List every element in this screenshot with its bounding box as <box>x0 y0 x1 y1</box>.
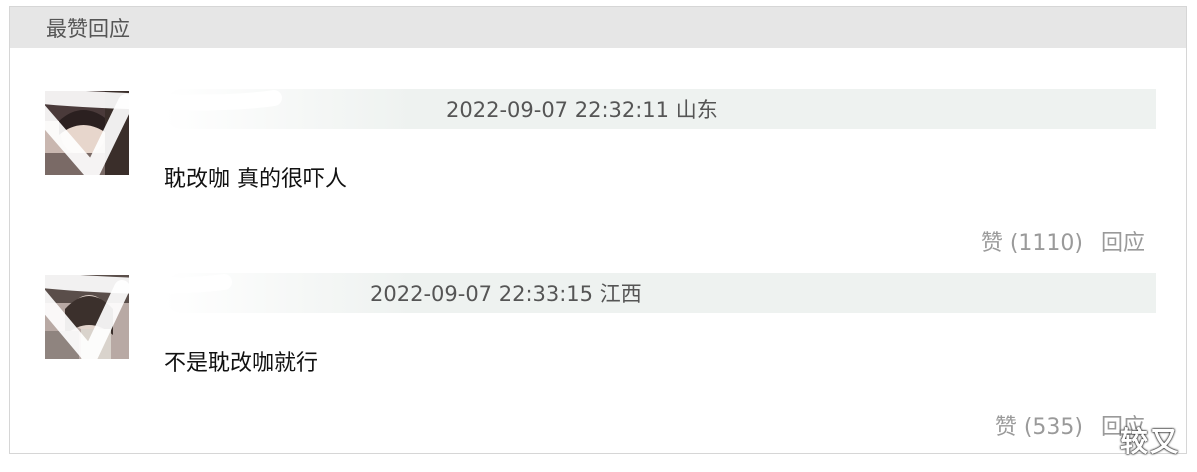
username[interactable] <box>164 282 370 304</box>
comments-panel: 最赞回应 2022-09-07 22:32:11 山东 耽改咖 真的很吓人 赞 … <box>9 6 1187 454</box>
like-button[interactable]: 赞 (535) <box>995 409 1083 441</box>
like-button[interactable]: 赞 (1110) <box>981 225 1083 257</box>
comment-text: 耽改咖 真的很吓人 <box>164 167 347 192</box>
comment-meta: 2022-09-07 22:32:11 山东 <box>446 98 718 122</box>
user-avatar-icon[interactable] <box>45 91 129 175</box>
comment-text: 不是耽改咖就行 <box>164 351 319 376</box>
panel-header: 最赞回应 <box>10 7 1186 48</box>
comment-header: 2022-09-07 22:33:15 江西 <box>164 273 1156 313</box>
panel-title: 最赞回应 <box>46 16 130 41</box>
watermark: 较又 <box>1119 425 1180 458</box>
comment-header: 2022-09-07 22:32:11 山东 <box>164 89 1156 129</box>
comment-meta: 2022-09-07 22:33:15 江西 <box>370 282 642 306</box>
reply-button[interactable]: 回应 <box>1101 225 1145 257</box>
comment-actions: 赞 (1110) 回应 <box>981 225 1145 257</box>
username[interactable] <box>164 98 446 120</box>
user-avatar-icon[interactable] <box>45 275 129 359</box>
